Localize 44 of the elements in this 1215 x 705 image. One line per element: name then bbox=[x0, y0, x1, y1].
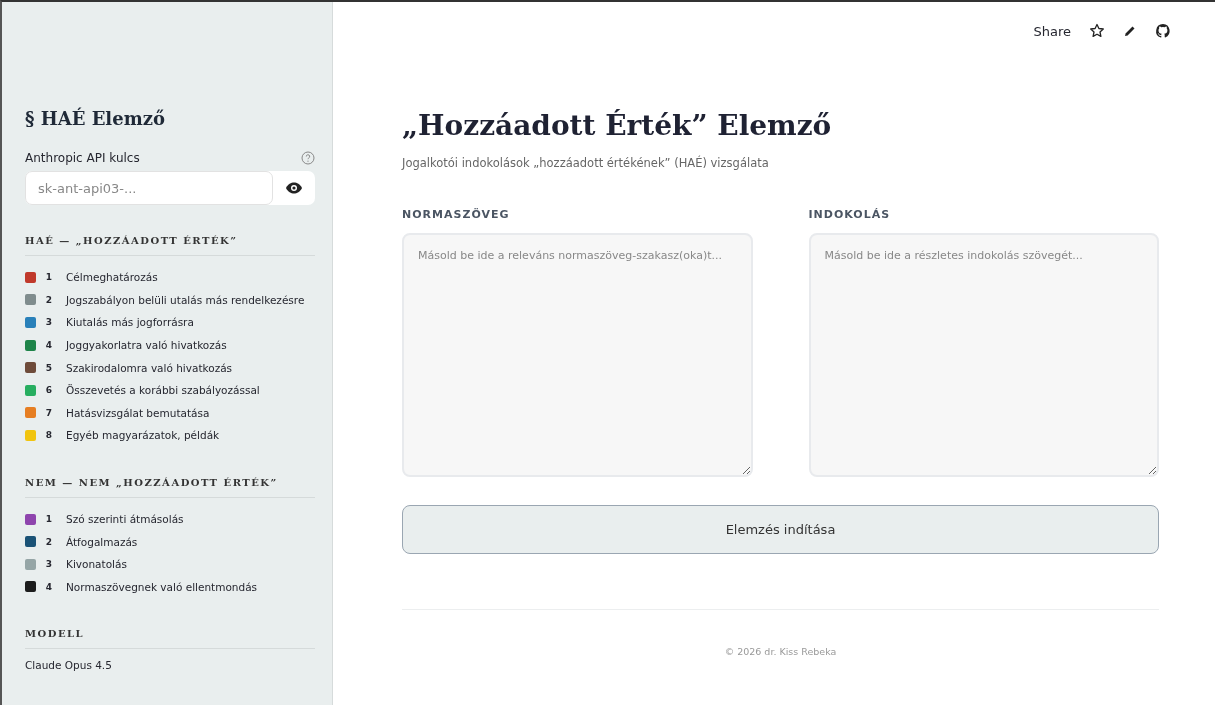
api-key-label: Anthropic API kulcs bbox=[25, 151, 140, 165]
legend-label: Jogszabályon belüli utalás más rendelkezésre bbox=[66, 293, 305, 306]
text-area[interactable]: Másold be ide a részletes indokolás szövegét... bbox=[808, 233, 1159, 477]
legend-number: 4 bbox=[44, 340, 54, 351]
legend-heading: HAÉ — „HOZZÁADOTT ÉRTÉK” bbox=[25, 235, 315, 256]
legend-label: Normaszövegnek való ellentmondás bbox=[66, 580, 258, 593]
legend-number: 1 bbox=[44, 514, 54, 525]
page-subtitle: Jogalkotói indokolások „hozzáadott értékének” (HAÉ) vizsgálata bbox=[402, 156, 770, 170]
share-link[interactable]: Share bbox=[1033, 23, 1071, 39]
pencil-icon[interactable] bbox=[1123, 24, 1137, 38]
github-icon[interactable] bbox=[1155, 23, 1171, 39]
legend-label: Joggyakorlatra való hivatkozás bbox=[66, 339, 227, 352]
legend-number: 3 bbox=[44, 317, 54, 328]
legend-number: 2 bbox=[44, 294, 54, 305]
legend-label: Összevetés a korábbi szabályozással bbox=[66, 384, 260, 397]
field-label: INDOKOLÁS bbox=[808, 208, 892, 221]
legend-number: 8 bbox=[44, 430, 54, 441]
field-label: NORMASZÖVEG bbox=[402, 208, 511, 221]
legend-number: 5 bbox=[44, 362, 54, 373]
sidebar-title: § HAÉ Elemző bbox=[25, 108, 166, 129]
legend-number: 2 bbox=[44, 536, 54, 547]
legend-number: 1 bbox=[44, 272, 54, 283]
footer-text: © 2026 dr. Kiss Rebeka bbox=[723, 646, 838, 657]
legend-number: 7 bbox=[44, 407, 54, 418]
legend-label: Célmeghatározás bbox=[66, 271, 158, 284]
model-name: Claude Opus 4.5 bbox=[25, 659, 113, 672]
legend-label: Hatásvizsgálat bemutatása bbox=[66, 406, 210, 419]
legend-number: 6 bbox=[44, 385, 54, 396]
star-icon[interactable] bbox=[1089, 23, 1105, 39]
eye-icon[interactable] bbox=[285, 182, 303, 194]
legend-label: Kivonatolás bbox=[66, 558, 127, 571]
legend-label: Szakirodalomra való hivatkozás bbox=[66, 361, 233, 374]
legend-label: Kiutalás más jogforrásra bbox=[66, 316, 194, 329]
model-heading: MODELL bbox=[25, 628, 315, 650]
start-analysis-button[interactable]: Elemzés indítása bbox=[402, 505, 1159, 554]
legend-number: 3 bbox=[44, 559, 54, 570]
api-key-field[interactable]: sk-ant-api03-... bbox=[25, 171, 315, 205]
text-area[interactable]: Másold be ide a releváns normaszöveg-szakasz(oka)t... bbox=[402, 233, 753, 477]
legend-label: Egyéb magyarázatok, példák bbox=[66, 429, 220, 442]
legend-heading: NEM — NEM „HOZZÁADOTT ÉRTÉK” bbox=[25, 476, 315, 498]
legend-number: 4 bbox=[44, 581, 54, 592]
page-title: „Hozzáadott Érték” Elemző bbox=[402, 109, 833, 142]
legend-label: Szó szerinti átmásolás bbox=[66, 513, 184, 526]
legend-label: Átfogalmazás bbox=[66, 535, 138, 548]
